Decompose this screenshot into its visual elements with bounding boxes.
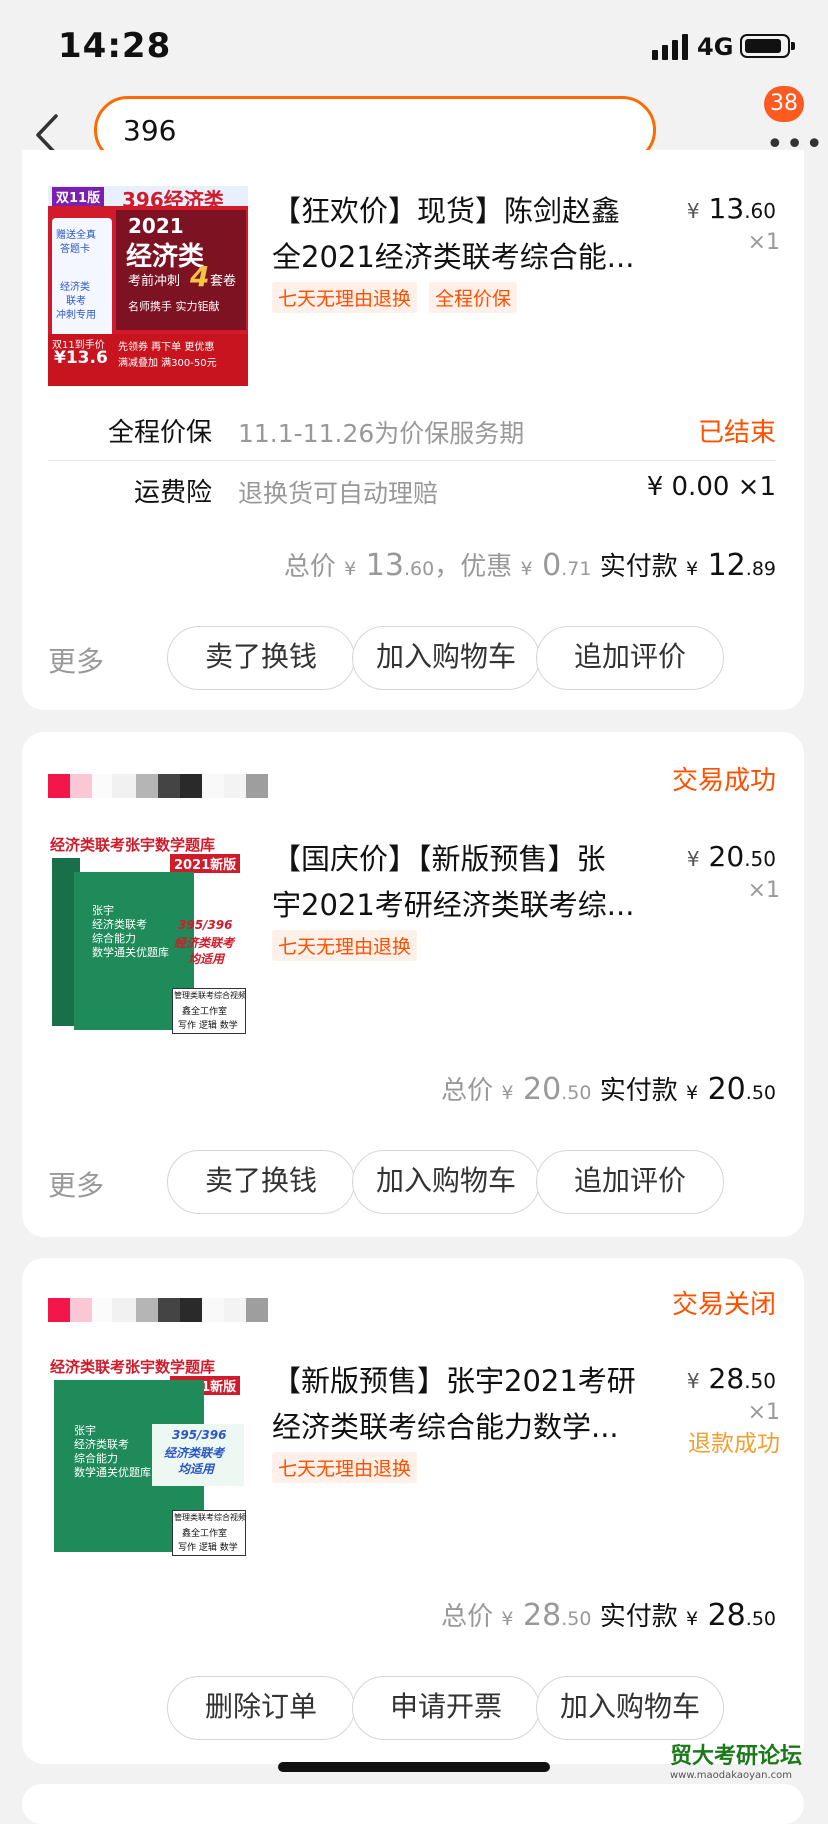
thumb-stamp: 395/396	[172, 1428, 227, 1442]
home-indicator[interactable]	[278, 1762, 550, 1772]
thumb-side-4: 联考	[66, 296, 86, 307]
thumb-suffix: 套卷	[210, 274, 237, 289]
item-price: ¥ 13.60	[686, 192, 776, 225]
service-label: 运费险	[134, 478, 213, 508]
product-title[interactable]: 【国庆价】【新版预售】张 宇2021考研经济类联考综...	[272, 836, 692, 928]
thumb-side-3: 经济类	[60, 282, 90, 293]
watermark-text: 贸大考研论坛	[670, 1744, 803, 1769]
signal-icon	[652, 34, 688, 60]
product-title[interactable]: 【新版预售】张宇2021考研 经济类联考综合能力数学...	[272, 1358, 692, 1450]
add-review-button[interactable]: 追加评价	[536, 626, 724, 690]
thumb-header: 396经济类	[122, 188, 224, 212]
thumb-stamp: 395/396	[178, 918, 233, 932]
product-title-line-1: 【新版预售】张宇2021考研	[272, 1364, 636, 1398]
thumb-number: 4	[190, 260, 210, 293]
tag: 全程价保	[429, 282, 518, 313]
order-total: 总价 ¥ 13.60，优惠 ¥ 0.71 实付款 ¥ 12.89	[283, 548, 776, 583]
tag: 七天无理由退换	[272, 1452, 418, 1483]
more-link[interactable]: 更多	[48, 1164, 104, 1204]
thumb-slogan: 名师携手 实力钜献	[128, 300, 220, 313]
item-quantity: ×1	[747, 878, 780, 903]
service-desc: 11.1-11.26为价保服务期	[238, 419, 525, 448]
thumb-header: 经济类联考张宇数学题库	[50, 836, 216, 854]
thumb-side-2: 答题卡	[60, 244, 90, 255]
thumb-cover-4: 数学通关优题库	[92, 946, 169, 959]
order-status: 交易成功	[671, 766, 776, 796]
item-price: ¥ 20.50	[686, 840, 776, 873]
thumb-cover-4: 数学通关优题库	[74, 1466, 151, 1479]
more-link[interactable]: 更多	[48, 640, 104, 680]
item-price: ¥ 28.50	[686, 1362, 776, 1395]
thumb-footer-1: 管理类联考综合视频	[174, 991, 246, 1000]
product-tags: 七天无理由退换 全程价保	[272, 282, 529, 313]
order-card: 双11版 396经济类 赠送全真 答题卡 经济类 联考 冲刺专用 2021 经济…	[22, 150, 804, 710]
notification-badge: 38	[764, 86, 804, 122]
product-title-line-1: 【国庆价】【新版预售】张	[272, 842, 606, 876]
product-title-line-2: 宇2021考研经济类联考综...	[272, 888, 635, 922]
status-time: 14:28	[58, 26, 172, 66]
order-status: 交易关闭	[671, 1290, 776, 1320]
thumb-year: 2021	[128, 214, 184, 238]
thumb-footer-2: 鑫全工作室	[182, 1007, 228, 1017]
battery-icon	[740, 34, 795, 58]
thumb-footer-3: 写作 逻辑 数学	[178, 1021, 238, 1031]
divider	[48, 460, 776, 461]
request-invoice-button[interactable]: 申请开票	[352, 1676, 540, 1740]
service-amount: ¥ 0.00 ×1	[646, 472, 776, 502]
thumb-badge: 双11版	[52, 187, 105, 206]
thumb-sale-price: ¥13.6	[54, 348, 108, 368]
order-total: 总价 ¥ 20.50 实付款 ¥ 20.50	[441, 1072, 776, 1107]
product-title-line-2: 经济类联考综合能力数学...	[272, 1410, 619, 1444]
thumb-subtitle: 考前冲刺	[128, 274, 181, 289]
add-to-cart-button[interactable]: 加入购物车	[352, 626, 540, 690]
refund-status: 退款成功	[688, 1431, 780, 1457]
order-card: 交易成功 经济类联考张宇数学题库 2021新版 张宇 经济类联考 综合能力 数学…	[22, 732, 804, 1237]
add-to-cart-button[interactable]: 加入购物车	[536, 1676, 724, 1740]
service-label: 全程价保	[108, 418, 213, 448]
thumb-stamp-3: 均适用	[178, 1462, 215, 1476]
add-to-cart-button[interactable]: 加入购物车	[352, 1150, 540, 1214]
order-card: 交易关闭 经济类联考张宇数学题库 2021新版 张宇 经济类联考 综合能力 数学…	[22, 1258, 804, 1764]
item-quantity: ×1	[747, 230, 780, 255]
product-title-line-1: 【狂欢价】现货】陈剑赵鑫	[272, 194, 621, 228]
service-status: 已结束	[697, 418, 776, 448]
product-thumbnail[interactable]: 双11版 396经济类 赠送全真 答题卡 经济类 联考 冲刺专用 2021 经济…	[48, 186, 248, 386]
thumb-stamp-2: 经济类联考	[174, 936, 235, 950]
thumb-header: 经济类联考张宇数学题库	[50, 1358, 216, 1376]
shop-name-blurred	[48, 774, 308, 798]
shop-name-blurred	[48, 1298, 308, 1322]
watermark: 贸大考研论坛 www.maodakaoyan.com	[670, 1738, 802, 1781]
thumb-stamp-3: 均适用	[188, 952, 225, 966]
watermark-url: www.maodakaoyan.com	[670, 1770, 793, 1781]
product-thumbnail[interactable]: 经济类联考张宇数学题库 2021新版 张宇 经济类联考 综合能力 数学通关优题库…	[48, 834, 248, 1034]
product-title[interactable]: 【狂欢价】现货】陈剑赵鑫 全2021经济类联考综合能...	[272, 188, 692, 280]
tag: 七天无理由退换	[272, 930, 418, 961]
thumb-side-5: 冲刺专用	[56, 310, 96, 321]
product-tags: 七天无理由退换	[272, 930, 429, 961]
thumb-footer-3: 写作 逻辑 数学	[178, 1543, 238, 1553]
product-tags: 七天无理由退换	[272, 1452, 429, 1483]
service-desc: 退换货可自动理赔	[238, 479, 439, 508]
status-bar: 14:28 4G	[0, 0, 828, 96]
sell-button[interactable]: 卖了换钱	[167, 1150, 355, 1214]
product-title-line-2: 全2021经济类联考综合能...	[272, 240, 635, 274]
thumb-promo-2: 满减叠加 满300-50元	[118, 358, 217, 369]
thumb-stamp-2: 经济类联考	[164, 1446, 225, 1460]
item-quantity: ×1	[747, 1400, 780, 1425]
thumb-footer-1: 管理类联考综合视频	[174, 1513, 246, 1522]
network-label: 4G	[697, 33, 734, 61]
thumb-side-1: 赠送全真	[56, 230, 96, 241]
add-review-button[interactable]: 追加评价	[536, 1150, 724, 1214]
sell-button[interactable]: 卖了换钱	[167, 626, 355, 690]
delete-order-button[interactable]: 删除订单	[167, 1676, 355, 1740]
thumb-promo-1: 先领券 再下单 更优惠	[118, 342, 215, 353]
product-thumbnail[interactable]: 经济类联考张宇数学题库 2021新版 张宇 经济类联考 综合能力 数学通关优题库…	[48, 1356, 248, 1556]
thumb-footer-2: 鑫全工作室	[182, 1529, 228, 1539]
thumb-edition: 2021新版	[170, 854, 241, 873]
order-total: 总价 ¥ 28.50 实付款 ¥ 28.50	[441, 1598, 776, 1633]
tag: 七天无理由退换	[272, 282, 418, 313]
order-card-peek	[22, 1784, 804, 1824]
